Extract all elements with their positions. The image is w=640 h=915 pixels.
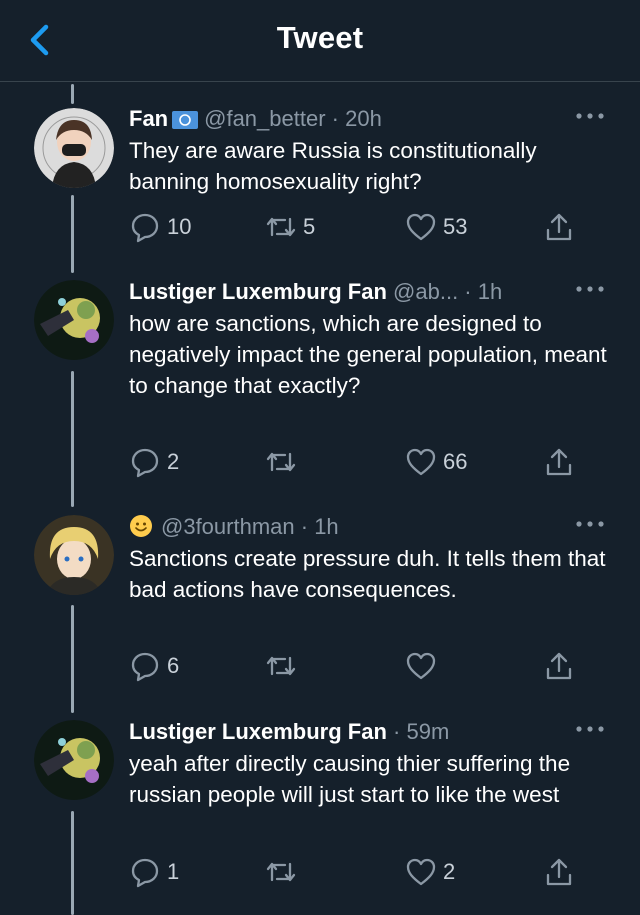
retweet-button[interactable] — [265, 855, 303, 889]
reply-icon — [131, 448, 159, 478]
thread-line — [71, 84, 74, 104]
author-handle[interactable]: @fan_better — [204, 106, 325, 131]
like-count: 66 — [443, 449, 468, 474]
share-icon — [546, 448, 572, 476]
retweet-icon — [266, 862, 296, 882]
heart-icon — [406, 858, 436, 886]
smiling-face-emoji-icon — [130, 515, 152, 537]
like-button[interactable]: 2 — [405, 855, 455, 889]
page-title: Tweet — [276, 20, 364, 55]
like-button[interactable] — [405, 649, 443, 683]
share-icon — [546, 858, 572, 886]
reply-count: 1 — [167, 859, 180, 884]
retweet-button[interactable] — [265, 445, 303, 479]
author-name[interactable]: Lustiger Luxemburg Fan — [129, 719, 387, 744]
reply-icon — [131, 213, 159, 243]
thread-line — [71, 195, 74, 273]
like-button[interactable]: 66 — [405, 445, 467, 479]
tweet-text: yeah after directly causing thier suffer… — [129, 751, 571, 807]
thread-line — [71, 371, 74, 507]
reply-button[interactable]: 2 — [129, 445, 179, 479]
tweet-header: Lustiger Luxemburg Fan @ab... · 1h — [129, 279, 503, 304]
share-button[interactable] — [543, 855, 575, 889]
heart-icon — [406, 213, 436, 241]
tweet-text: Sanctions create pressure duh. It tells … — [129, 546, 606, 602]
avatar[interactable] — [34, 280, 114, 360]
action-bar: 1 2 — [129, 855, 589, 889]
author-name[interactable]: Fan — [129, 106, 168, 131]
like-count: 2 — [443, 859, 456, 884]
retweet-count: 5 — [303, 214, 316, 239]
reply-button[interactable]: 1 — [129, 855, 179, 889]
timestamp[interactable]: 1h — [478, 279, 502, 304]
tweet-header: Lustiger Luxemburg Fan · 59m — [129, 719, 450, 744]
share-button[interactable] — [543, 445, 575, 479]
reply-icon — [131, 652, 159, 682]
reply-count: 10 — [167, 214, 192, 239]
retweet-icon — [266, 217, 296, 237]
action-bar: 10 5 53 — [129, 210, 589, 244]
like-button[interactable]: 53 — [405, 210, 467, 244]
action-bar: 2 66 — [129, 445, 589, 479]
timestamp[interactable]: 59m — [406, 719, 449, 744]
more-options-icon[interactable] — [574, 279, 606, 299]
share-button[interactable] — [543, 210, 575, 244]
more-options-icon[interactable] — [574, 106, 606, 126]
retweet-button[interactable] — [265, 649, 303, 683]
tweet-header: @3fourthman · 1h — [129, 512, 620, 542]
share-icon — [546, 652, 572, 680]
tweet-header: Fan @fan_better · 20h — [129, 106, 382, 131]
thread-line — [71, 811, 74, 915]
action-bar: 6 — [129, 649, 589, 683]
more-options-icon[interactable] — [574, 514, 606, 534]
share-button[interactable] — [543, 649, 575, 683]
author-handle[interactable]: @ab... — [393, 279, 458, 304]
reply-icon — [131, 858, 159, 888]
un-flag-icon — [172, 111, 199, 129]
share-icon — [546, 213, 572, 241]
retweet-icon — [266, 656, 296, 676]
retweet-icon — [266, 452, 296, 472]
top-bar: Tweet — [0, 0, 640, 82]
heart-icon — [406, 448, 436, 476]
reply-button[interactable]: 6 — [129, 649, 179, 683]
timestamp[interactable]: 20h — [345, 106, 382, 131]
author-handle[interactable]: @3fourthman — [161, 514, 295, 539]
reply-count: 2 — [167, 449, 180, 474]
tweet-text: They are aware Russia is constitutionall… — [129, 138, 537, 194]
avatar[interactable] — [34, 720, 114, 800]
retweet-button[interactable]: 5 — [265, 210, 315, 244]
reply-count: 6 — [167, 653, 180, 678]
avatar[interactable] — [34, 108, 114, 188]
heart-icon — [406, 652, 436, 680]
tweet-text: how are sanctions, which are designed to… — [129, 311, 607, 398]
thread-line — [71, 605, 74, 713]
author-name[interactable]: Lustiger Luxemburg Fan — [129, 279, 387, 304]
reply-button[interactable]: 10 — [129, 210, 191, 244]
avatar[interactable] — [34, 515, 114, 595]
timestamp[interactable]: 1h — [314, 514, 338, 539]
more-options-icon[interactable] — [574, 719, 606, 739]
like-count: 53 — [443, 214, 468, 239]
